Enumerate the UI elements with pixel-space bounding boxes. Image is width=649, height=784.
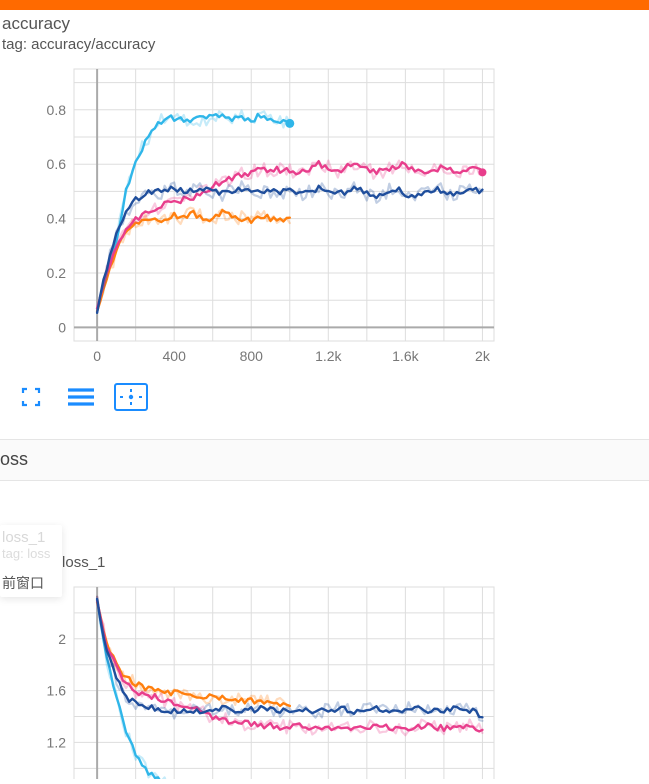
list-icon[interactable]	[64, 383, 98, 411]
chart1-tag: tag: accuracy/accuracy	[2, 36, 647, 53]
chart1-plot[interactable]: 0 0.2 0.4 0.6 0.8 0 400 800 1.2k 1.6k 2k	[14, 61, 635, 371]
svg-text:0.8: 0.8	[47, 101, 67, 117]
svg-text:800: 800	[240, 348, 264, 364]
chart2-plot[interactable]: 0.40.81.21.6204008001.2k1.6k2k	[14, 579, 635, 779]
svg-text:0.2: 0.2	[47, 265, 67, 281]
overlay-title: loss_1	[2, 529, 50, 546]
overlay-subtitle: tag: loss	[2, 546, 50, 561]
svg-text:400: 400	[163, 348, 187, 364]
svg-text:2k: 2k	[475, 348, 491, 364]
svg-text:1.2: 1.2	[47, 735, 67, 751]
svg-text:1.6: 1.6	[47, 683, 67, 699]
svg-text:0.6: 0.6	[47, 156, 67, 172]
chart2-tag: tag: loss/loss_1	[2, 554, 647, 571]
fit-icon[interactable]	[114, 383, 148, 411]
top-accent-bar	[0, 0, 649, 10]
svg-text:0.4: 0.4	[47, 210, 67, 226]
section-loss-header[interactable]: oss	[0, 439, 649, 481]
svg-text:0: 0	[93, 348, 101, 364]
chart1-title: accuracy	[2, 14, 647, 34]
svg-text:0: 0	[58, 319, 66, 335]
overlay-tooltip: loss_1 tag: loss 前窗口	[0, 525, 62, 597]
overlay-cn: 前窗口	[2, 573, 50, 593]
svg-text:1.2k: 1.2k	[315, 348, 342, 364]
chart2-title: loss_1	[2, 533, 647, 553]
expand-icon[interactable]	[14, 383, 48, 411]
chart1-toolbar	[14, 383, 635, 411]
svg-text:1.6k: 1.6k	[392, 348, 419, 364]
svg-text:2: 2	[58, 631, 66, 647]
section-loss-label: oss	[0, 449, 28, 470]
